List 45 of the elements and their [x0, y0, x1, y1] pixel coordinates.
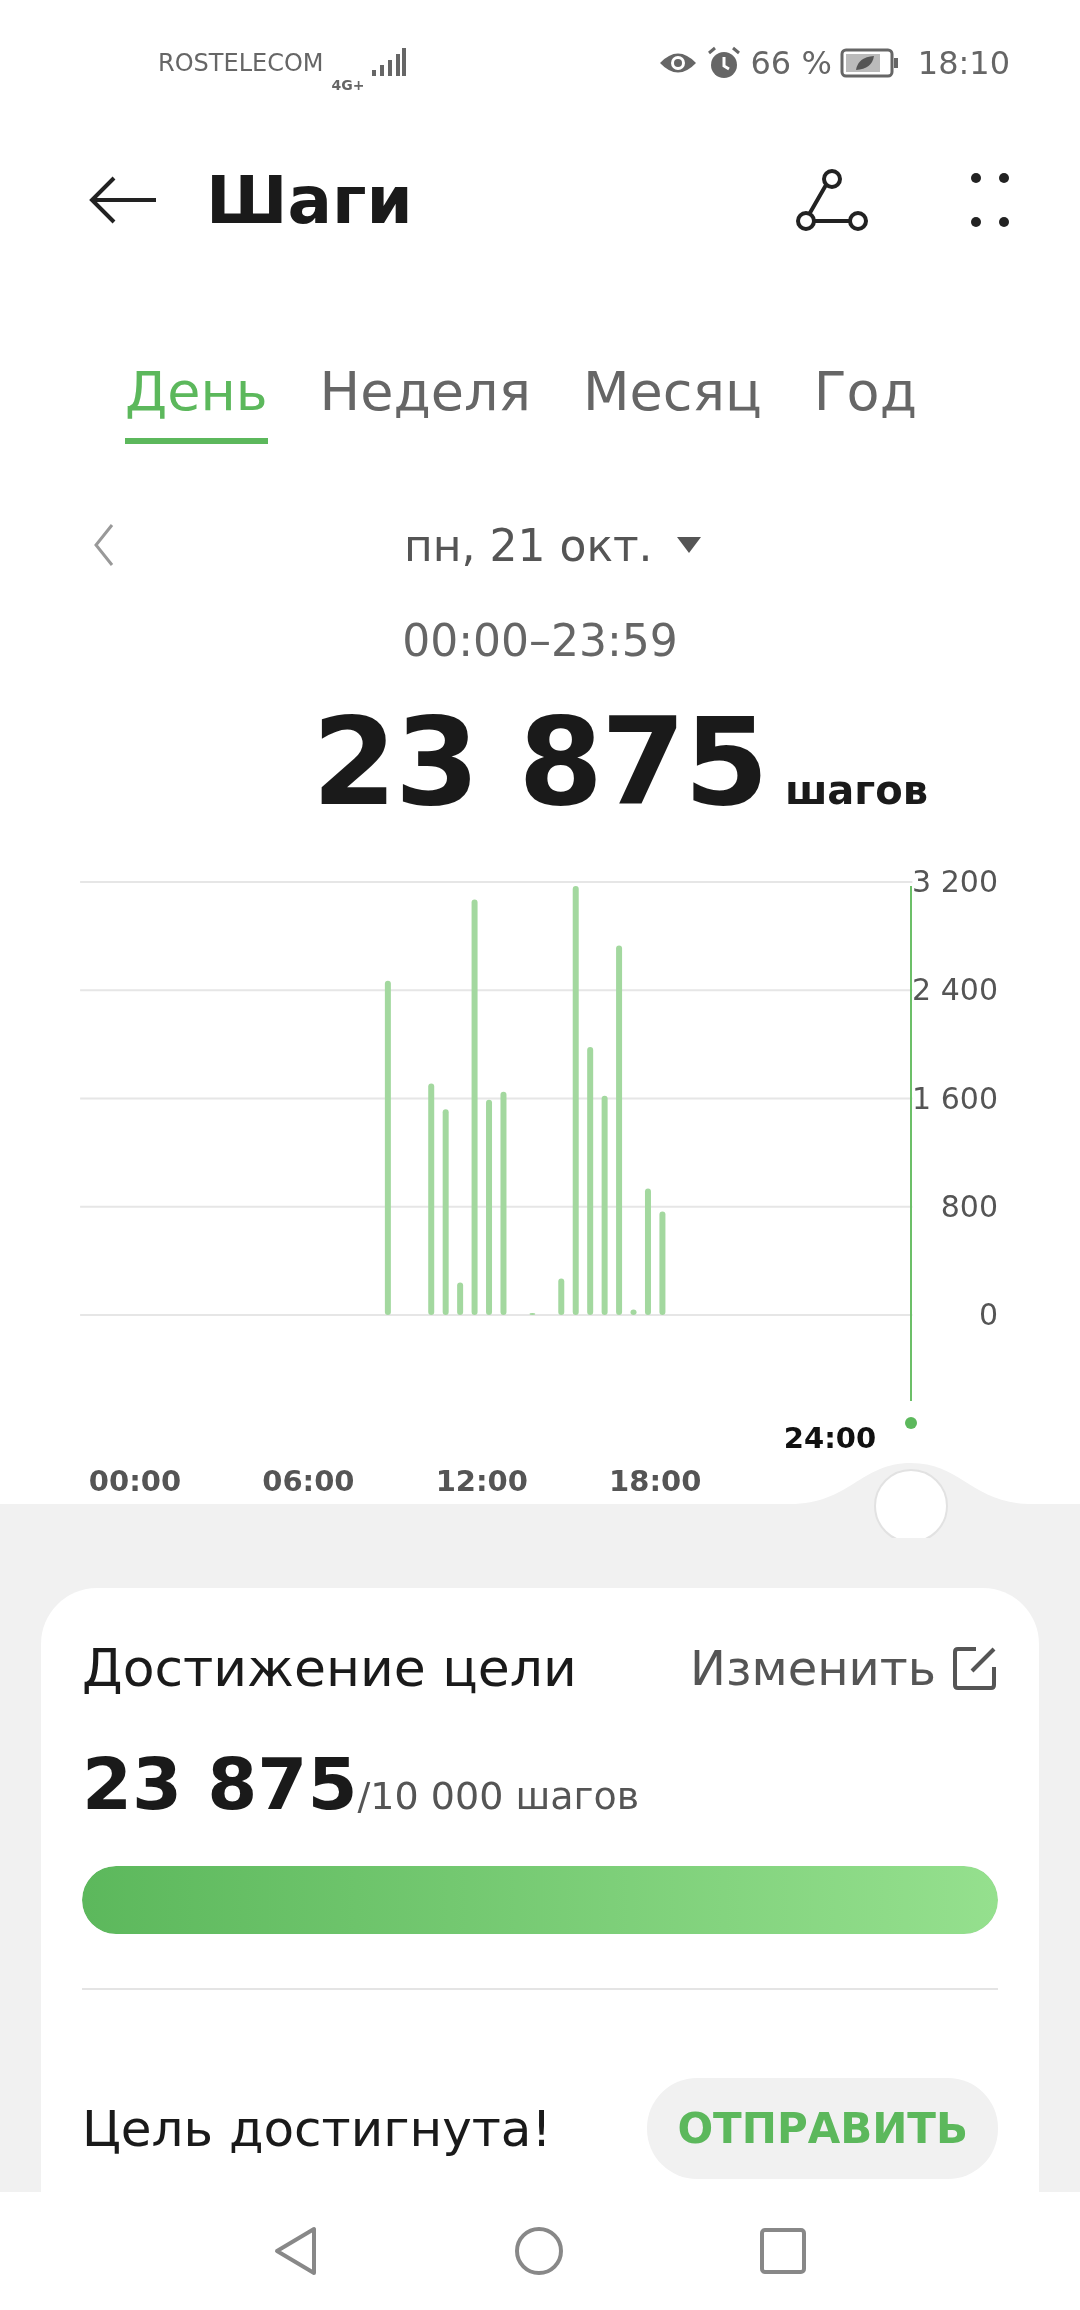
slider-handle[interactable]: [874, 1469, 948, 1541]
y-axis-label: 0: [978, 1297, 998, 1332]
x-axis-label: 12:00: [435, 1464, 528, 1498]
period-tab[interactable]: Неделя: [319, 360, 531, 444]
network-type: 4G+: [331, 76, 365, 93]
alarm-icon: [706, 44, 743, 81]
step-unit: шагов: [784, 767, 929, 813]
y-axis-label: 3 200: [912, 864, 998, 899]
y-axis-label: 2 400: [912, 972, 998, 1008]
back-arrow-icon[interactable]: [88, 175, 158, 225]
clock-time: 18:10: [917, 43, 1010, 82]
edit-button[interactable]: Изменить: [690, 1640, 998, 1696]
page-title: Шаги: [206, 161, 414, 239]
more-icon[interactable]: [970, 172, 1010, 228]
step-bar: [529, 1312, 536, 1315]
period-tab[interactable]: Год: [813, 360, 917, 444]
y-axis-label: 800: [940, 1188, 998, 1224]
step-bar: [457, 1282, 464, 1315]
y-axis-label: 1 600: [912, 1080, 998, 1116]
date-picker[interactable]: пн, 21 окт.: [398, 518, 707, 572]
step-bar: [558, 1278, 565, 1315]
previous-day-icon[interactable]: [92, 523, 116, 567]
goal-progress-value: 23 875: [82, 1742, 358, 1826]
battery-icon: [839, 46, 900, 79]
recent-apps-icon[interactable]: [760, 2228, 806, 2274]
edit-icon: [952, 1645, 998, 1691]
signal-icon: [372, 47, 407, 78]
carrier-name: ROSTELECOM: [158, 48, 324, 77]
goal-status: Цель достигнута!: [82, 2099, 552, 2158]
x-axis-label: 06:00: [262, 1464, 355, 1498]
home-icon[interactable]: [514, 2226, 564, 2276]
goal-target: /10 000 шагов: [357, 1774, 640, 1818]
step-bar: [630, 1309, 637, 1315]
card-title: Достижение цели: [82, 1638, 577, 1698]
step-total: 23 875: [311, 691, 767, 833]
battery-percent: 66 %: [750, 43, 832, 82]
back-icon[interactable]: [274, 2226, 318, 2276]
route-icon[interactable]: [794, 168, 870, 232]
x-axis-label: 18:00: [609, 1464, 702, 1498]
cursor-dot: [905, 1417, 917, 1429]
cursor-time: 24:00: [783, 1421, 877, 1455]
period-tab[interactable]: Месяц: [582, 360, 762, 444]
x-axis-label: 00:00: [88, 1464, 182, 1498]
time-range: 00:00–23:59: [401, 615, 679, 666]
dropdown-icon: [676, 537, 701, 553]
